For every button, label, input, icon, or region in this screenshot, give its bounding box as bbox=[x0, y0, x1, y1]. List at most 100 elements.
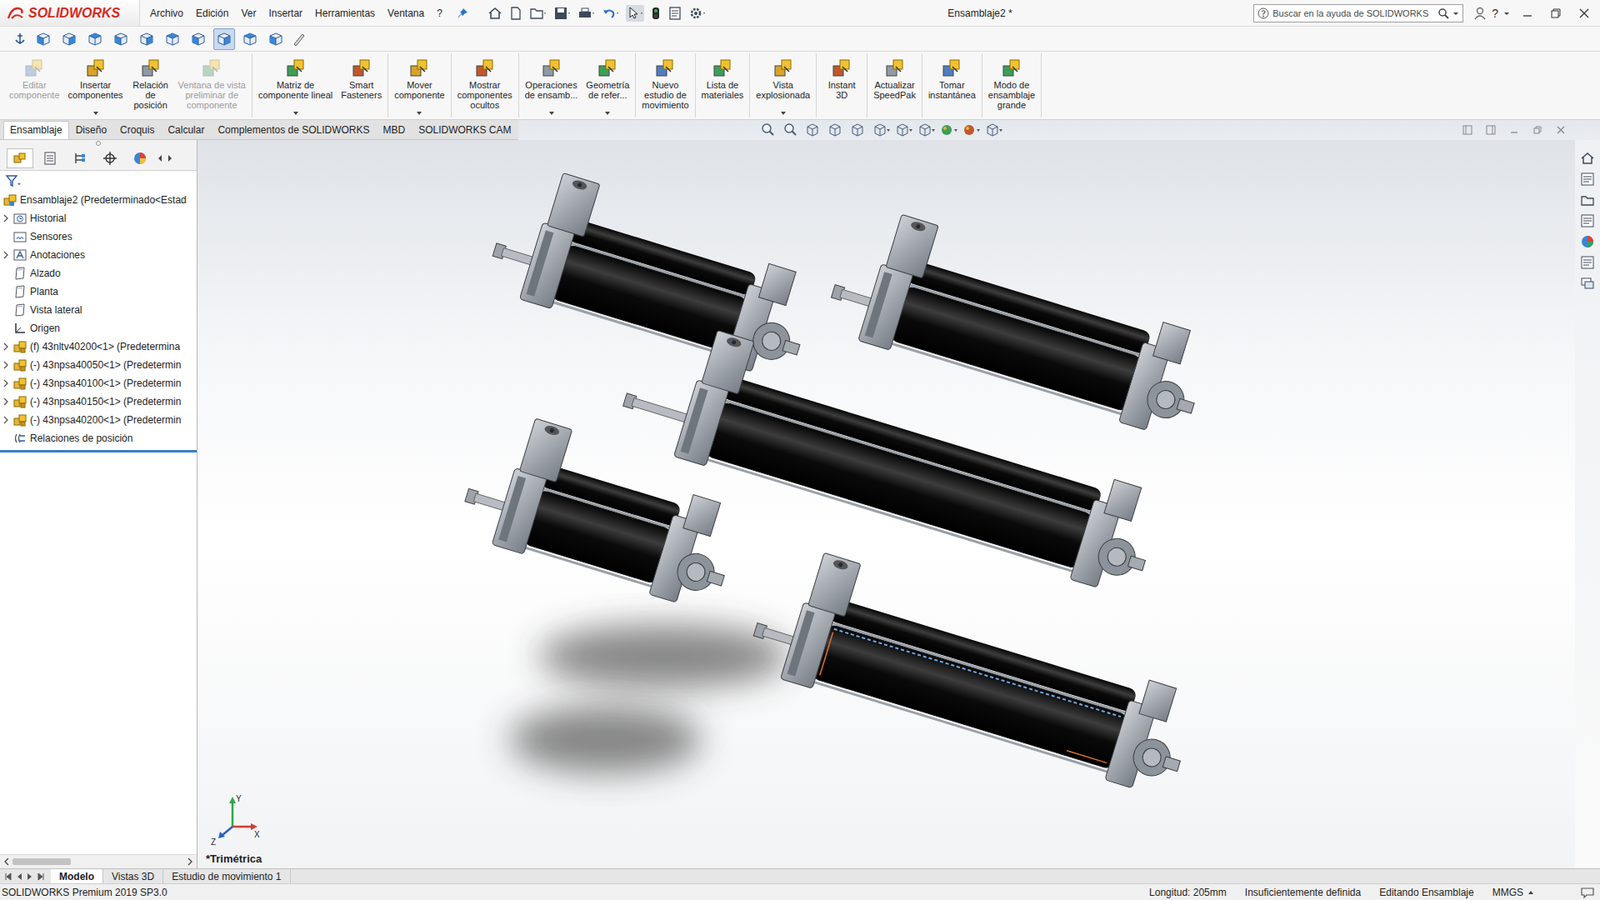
edit-appearance-icon[interactable] bbox=[940, 122, 959, 138]
command-button[interactable]: Actualizar SpeedPak bbox=[869, 53, 920, 118]
actuator-model[interactable] bbox=[455, 405, 753, 614]
previous-tab-icon[interactable] bbox=[14, 870, 25, 883]
panel-tab[interactable] bbox=[96, 148, 124, 169]
rebuild-light-icon[interactable] bbox=[650, 5, 662, 21]
rollback-bar[interactable] bbox=[0, 450, 197, 453]
command-button[interactable]: Tomar instantánea bbox=[924, 53, 980, 118]
dropdown-caret[interactable] bbox=[293, 111, 299, 115]
select-arrow-icon[interactable] bbox=[625, 5, 645, 22]
model-view[interactable] bbox=[197, 140, 1575, 869]
dropdown-caret[interactable] bbox=[93, 111, 99, 115]
tree-item[interactable]: (-) 43npsa40100<1> (Predetermin bbox=[0, 374, 197, 393]
command-button[interactable]: Nuevo estudio de movimiento bbox=[637, 53, 693, 118]
actuator-model[interactable] bbox=[743, 540, 1209, 800]
panel-handle[interactable] bbox=[0, 140, 197, 147]
tile-right-icon[interactable] bbox=[1485, 124, 1497, 136]
save-icon[interactable] bbox=[553, 5, 572, 21]
dropdown-caret[interactable] bbox=[549, 111, 555, 115]
first-tab-icon[interactable] bbox=[3, 870, 14, 883]
view-orientation-icon[interactable] bbox=[872, 122, 891, 138]
scroll-thumb[interactable] bbox=[12, 858, 71, 865]
bottom-tab[interactable]: Vistas 3D bbox=[103, 869, 164, 884]
view-settings-icon[interactable] bbox=[985, 122, 1004, 138]
dynamic-annotation-icon[interactable] bbox=[850, 122, 869, 138]
display-style-icon[interactable] bbox=[895, 122, 914, 138]
scroll-left-icon[interactable] bbox=[156, 150, 164, 166]
zoom-area-icon[interactable] bbox=[782, 122, 801, 138]
command-button[interactable]: Modo de ensamblaje grande bbox=[984, 53, 1040, 118]
command-tab[interactable]: SOLIDWORKS CAM bbox=[411, 120, 518, 140]
view-orientation-button[interactable] bbox=[213, 28, 235, 50]
home-icon[interactable] bbox=[487, 5, 503, 21]
tree-item[interactable]: (-) 43npsa40200<1> (Predetermin bbox=[0, 410, 197, 430]
command-tab[interactable]: Complementos de SOLIDWORKS bbox=[210, 120, 376, 140]
bottom-tab[interactable]: Estudio de movimiento 1 bbox=[163, 869, 290, 884]
expand-arrow-icon[interactable] bbox=[1, 248, 10, 262]
appearance-ball-icon[interactable] bbox=[1579, 233, 1596, 250]
undo-icon[interactable] bbox=[601, 5, 620, 21]
tree-item[interactable]: Historial bbox=[0, 209, 197, 228]
comment-icon[interactable] bbox=[1580, 885, 1595, 900]
file-properties-icon[interactable] bbox=[667, 5, 683, 21]
open-folder-icon[interactable] bbox=[529, 5, 548, 21]
restore-icon[interactable] bbox=[1545, 5, 1567, 22]
command-button[interactable]: Geometría de refer... bbox=[581, 53, 634, 118]
command-button[interactable]: Mostrar componentes ocultos bbox=[453, 53, 517, 118]
user-icon[interactable] bbox=[1473, 5, 1487, 21]
command-button[interactable]: Lista de materiales bbox=[697, 53, 749, 118]
panel-tab[interactable] bbox=[6, 148, 34, 169]
tree-item[interactable]: Origen bbox=[0, 319, 197, 338]
measure-pencil-icon[interactable] bbox=[290, 30, 308, 48]
view-orientation-button[interactable] bbox=[84, 28, 106, 50]
actuator-model[interactable] bbox=[482, 160, 828, 383]
actuator-model[interactable] bbox=[820, 201, 1222, 441]
command-button[interactable]: Mover componente bbox=[390, 53, 450, 118]
home-icon[interactable] bbox=[1579, 150, 1596, 167]
dropdown-caret[interactable] bbox=[780, 111, 786, 115]
anchor-icon[interactable] bbox=[11, 30, 29, 48]
magnifier-icon[interactable] bbox=[1437, 7, 1450, 20]
help-search-field[interactable]: Buscar en la ayuda de SOLIDWORKS bbox=[1253, 4, 1464, 23]
tree-item[interactable]: Relaciones de posición bbox=[0, 429, 197, 448]
view-palette-icon[interactable] bbox=[1579, 212, 1596, 230]
menu-item[interactable]: Ver bbox=[240, 7, 256, 20]
tree-item[interactable]: (-) 43npsa40150<1> (Predetermin bbox=[0, 392, 197, 411]
view-orientation-button[interactable] bbox=[110, 28, 132, 50]
units-arrow-icon[interactable] bbox=[1526, 886, 1535, 899]
tree-item[interactable]: (f) 43nltv40200<1> (Predetermina bbox=[0, 337, 197, 356]
command-button[interactable]: Matriz de componente lineal bbox=[254, 53, 337, 118]
help-button[interactable]: ? bbox=[1491, 6, 1499, 20]
tree-filter[interactable] bbox=[0, 170, 197, 191]
tree-item[interactable]: (-) 43npsa40050<1> (Predetermin bbox=[0, 355, 197, 375]
tree-item[interactable]: Vista lateral bbox=[0, 300, 197, 320]
command-button[interactable]: Operaciones de ensamb... bbox=[520, 53, 583, 118]
dropdown-caret[interactable] bbox=[605, 111, 610, 115]
minimize-icon[interactable] bbox=[1516, 5, 1539, 22]
bottom-tab[interactable]: Modelo bbox=[50, 869, 104, 884]
expand-arrow-icon[interactable] bbox=[1, 358, 10, 372]
print-icon[interactable] bbox=[577, 5, 596, 21]
panel-tab[interactable] bbox=[36, 148, 64, 169]
tree-item[interactable]: Sensores bbox=[0, 227, 197, 246]
previous-view-icon[interactable] bbox=[805, 122, 824, 138]
tree-item[interactable]: Alzado bbox=[0, 264, 197, 283]
panel-scrollbar[interactable] bbox=[0, 854, 197, 869]
command-button[interactable]: Vista explosionada bbox=[751, 53, 815, 118]
apply-scene-icon[interactable] bbox=[962, 122, 981, 138]
menu-item[interactable]: Insertar bbox=[268, 7, 303, 20]
menu-item[interactable]: Edición bbox=[195, 7, 229, 20]
command-button[interactable]: Instant 3D bbox=[818, 53, 865, 118]
zoom-fit-icon[interactable] bbox=[760, 122, 779, 138]
last-tab-icon[interactable] bbox=[35, 870, 46, 883]
forum-icon[interactable] bbox=[1579, 275, 1596, 292]
options-gear-icon[interactable] bbox=[688, 5, 707, 21]
hide-show-icon[interactable] bbox=[917, 122, 936, 138]
graphics-area[interactable]: YXZ*Trimétrica bbox=[197, 140, 1575, 869]
command-tab[interactable]: Calcular bbox=[160, 120, 211, 140]
parts-icon[interactable] bbox=[1579, 170, 1596, 188]
menu-item[interactable]: Archivo bbox=[150, 7, 184, 20]
doc-minimize-icon[interactable] bbox=[1508, 124, 1520, 136]
tree-item[interactable]: Planta bbox=[0, 282, 197, 301]
scroll-right-icon[interactable] bbox=[166, 150, 174, 166]
tree-item[interactable]: Anotaciones bbox=[0, 245, 197, 265]
